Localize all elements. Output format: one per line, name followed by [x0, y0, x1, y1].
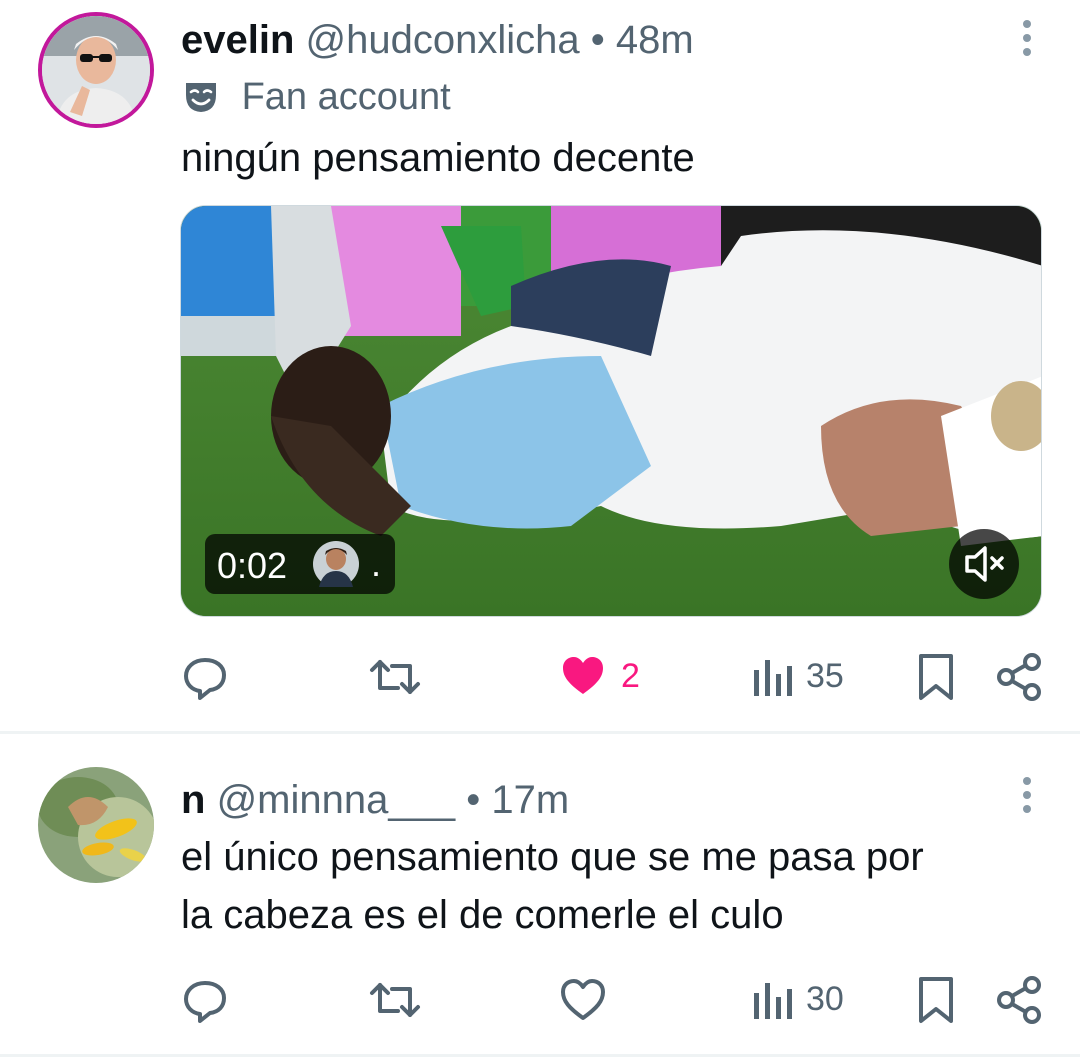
- timestamp[interactable]: 17m: [491, 778, 569, 822]
- tweet[interactable]: n @minnna___ • 17m el único pensamiento …: [0, 735, 1080, 1057]
- mute-button[interactable]: [949, 529, 1019, 599]
- duration-text: 0:02: [217, 545, 288, 586]
- like-count: 2: [621, 656, 640, 695]
- tweet-text: ningún pensamiento decente: [181, 129, 695, 187]
- bookmark-icon: [919, 977, 953, 1023]
- bookmark-button[interactable]: [916, 975, 956, 1025]
- heart-icon: [561, 979, 605, 1020]
- more-icon[interactable]: [1022, 777, 1032, 819]
- views-icon: [754, 983, 792, 1019]
- mute-icon: [965, 546, 1004, 582]
- tweet-text-line: ningún pensamiento decente: [181, 136, 695, 180]
- video-duration: 0:02 .: [205, 534, 395, 594]
- display-name[interactable]: evelin: [181, 18, 294, 62]
- share-icon: [997, 653, 1041, 701]
- retweet-icon: [370, 983, 420, 1017]
- views-button[interactable]: 35: [752, 652, 844, 700]
- reply-button[interactable]: [180, 652, 244, 702]
- video-player[interactable]: 0:02 .: [180, 205, 1042, 617]
- handle[interactable]: @minnna___: [217, 778, 456, 822]
- like-button[interactable]: [559, 976, 621, 1024]
- separator: •: [466, 778, 481, 822]
- tweet-text-line: el único pensamiento que se me pasa por: [181, 835, 924, 879]
- share-icon: [997, 976, 1041, 1024]
- tweet-text-line: la cabeza es el de comerle el culo: [181, 893, 784, 937]
- views-icon: [754, 660, 792, 696]
- mask-icon: [186, 83, 216, 112]
- tweet[interactable]: evelin @hudconxlicha • 48m Fan account n…: [0, 0, 1080, 733]
- like-button[interactable]: 2: [559, 652, 640, 700]
- more-icon[interactable]: [1022, 20, 1032, 62]
- attribution-avatar: [313, 541, 359, 587]
- heart-icon: [563, 657, 603, 694]
- account-label-text: Fan account: [241, 76, 451, 118]
- timestamp[interactable]: 48m: [616, 18, 694, 62]
- separator: •: [590, 18, 605, 62]
- bookmark-icon: [919, 654, 953, 700]
- avatar-image: [42, 16, 150, 124]
- views-count: 35: [806, 656, 844, 695]
- attribution-dot: .: [371, 543, 382, 584]
- retweet-button[interactable]: [368, 975, 436, 1025]
- display-name[interactable]: n: [181, 778, 205, 822]
- reply-icon: [184, 981, 226, 1023]
- avatar[interactable]: [38, 767, 154, 883]
- share-button[interactable]: [994, 652, 1044, 702]
- tweet-text: el único pensamiento que se me pasa por …: [181, 828, 924, 944]
- divider: [0, 731, 1080, 734]
- avatar[interactable]: [38, 12, 154, 128]
- bookmark-button[interactable]: [916, 652, 956, 702]
- share-button[interactable]: [994, 975, 1044, 1025]
- retweet-button[interactable]: [368, 652, 436, 702]
- views-button[interactable]: 30: [752, 975, 844, 1023]
- avatar-image: [38, 767, 154, 883]
- tweet-header: evelin @hudconxlicha • 48m: [181, 20, 694, 60]
- account-label: Fan account: [183, 78, 451, 116]
- tweet-header: n @minnna___ • 17m: [181, 780, 569, 820]
- reply-icon: [184, 658, 226, 700]
- views-count: 30: [806, 979, 844, 1018]
- retweet-icon: [370, 660, 420, 694]
- reply-button[interactable]: [180, 975, 244, 1025]
- handle[interactable]: @hudconxlicha: [306, 18, 580, 62]
